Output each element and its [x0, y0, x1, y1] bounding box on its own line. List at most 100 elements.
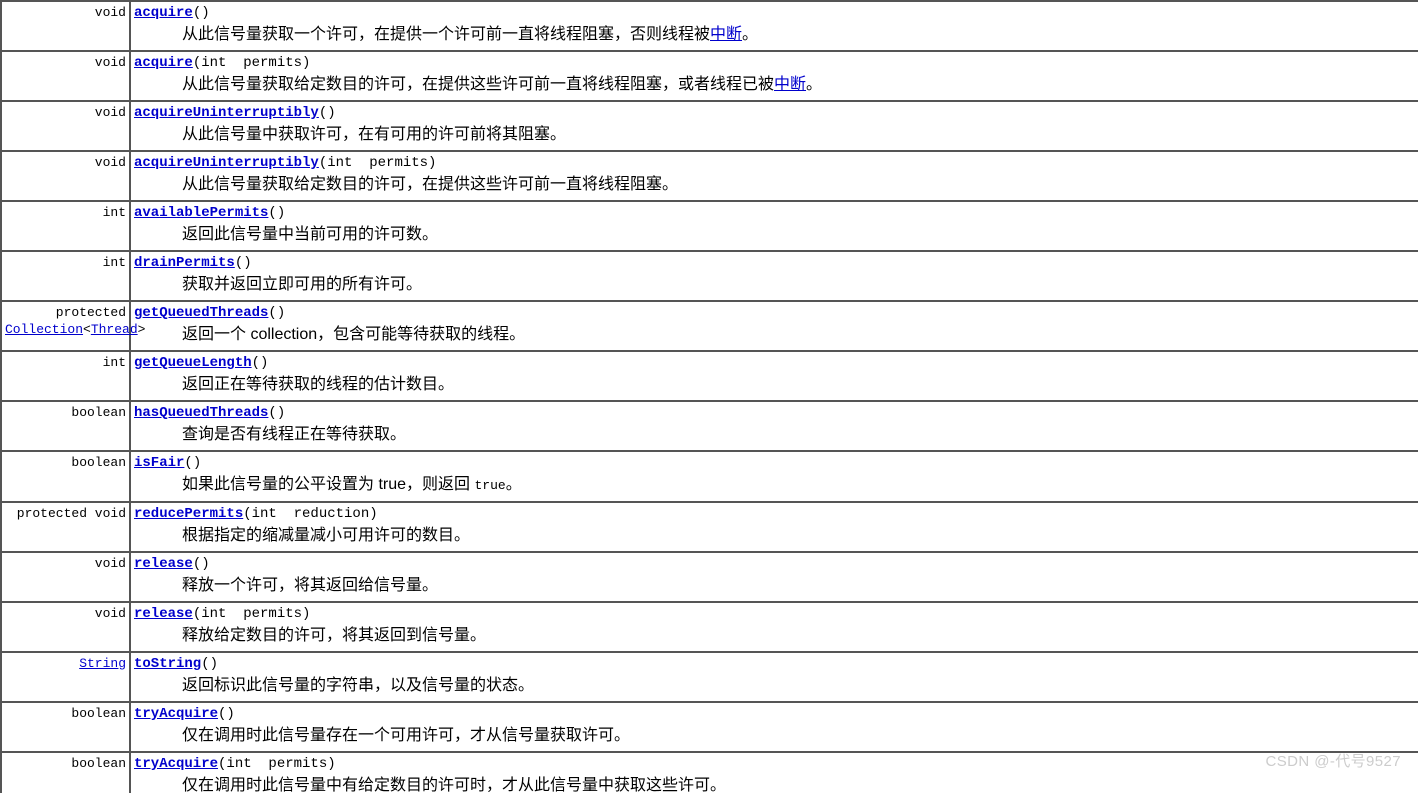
method-name-link[interactable]: reducePermits — [134, 506, 243, 522]
method-description: 从此信号量获取给定数目的许可，在提供这些许可前一直将线程阻塞。 — [182, 176, 679, 193]
method-and-description-cell: drainPermits() 获取并返回立即可用的所有许可。 — [131, 252, 1418, 302]
method-and-description-cell: tryAcquire() 仅在调用时此信号量存在一个可用许可，才从信号量获取许可。 — [131, 703, 1418, 753]
method-signature: acquireUninterruptibly(int permits) — [134, 154, 1415, 173]
modifier-and-type-cell: boolean — [2, 753, 131, 793]
modifier-text: boolean — [71, 756, 126, 771]
method-name-link[interactable]: tryAcquire — [134, 706, 218, 722]
method-summary-row: protected void reducePermits(int reductio… — [2, 503, 1418, 553]
method-summary-row: void acquireUninterruptibly() 从此信号量中获取许可，在… — [2, 102, 1418, 152]
method-name-link[interactable]: isFair — [134, 455, 184, 471]
method-description: 仅在调用时此信号量存在一个可用许可，才从信号量获取许可。 — [182, 727, 631, 744]
method-parameters: () — [268, 205, 286, 221]
method-name-link[interactable]: getQueueLength — [134, 355, 252, 371]
method-signature: release(int permits) — [134, 605, 1415, 624]
modifier-text: protected — [55, 305, 126, 320]
modifier-text: boolean — [71, 706, 126, 721]
method-signature: tryAcquire(int permits) — [134, 755, 1415, 774]
method-and-description-cell: hasQueuedThreads() 查询是否有线程正在等待获取。 — [131, 402, 1418, 452]
method-name-link[interactable]: acquire — [134, 5, 193, 21]
method-signature: availablePermits() — [134, 204, 1415, 223]
method-description: 释放给定数目的许可，将其返回到信号量。 — [182, 627, 487, 644]
interrupt-link[interactable]: 中断 — [774, 76, 806, 93]
method-summary-row: protected Collection<Thread>getQueuedThre… — [2, 302, 1418, 352]
modifier-and-type-cell: void — [2, 52, 131, 102]
modifier-and-type-cell: String — [2, 653, 131, 703]
method-signature: drainPermits() — [134, 254, 1415, 273]
modifier-text: boolean — [71, 455, 126, 470]
interrupt-link[interactable]: 中断 — [710, 26, 742, 43]
method-summary-row: void acquireUninterruptibly(int permits) 从… — [2, 152, 1418, 202]
method-name-link[interactable]: hasQueuedThreads — [134, 405, 268, 421]
type-link[interactable]: Thread — [91, 322, 138, 337]
method-parameters: () — [192, 5, 210, 21]
inline-code: true — [474, 478, 506, 493]
method-description: 从此信号量获取给定数目的许可，在提供这些许可前一直将线程阻塞，或者线程已被中断。 — [182, 76, 823, 93]
method-and-description-cell: getQueuedThreads() 返回一个 collection，包含可能等待… — [131, 302, 1418, 352]
method-signature: getQueueLength() — [134, 354, 1415, 373]
method-name-link[interactable]: drainPermits — [134, 255, 235, 271]
method-name-link[interactable]: toString — [134, 656, 201, 672]
method-description: 从此信号量获取一个许可，在提供一个许可前一直将线程阻塞，否则线程被中断。 — [182, 26, 759, 43]
method-description: 查询是否有线程正在等待获取。 — [182, 426, 407, 443]
method-signature: acquire() — [134, 4, 1415, 23]
modifier-and-type-cell: int — [2, 352, 131, 402]
modifier-and-type-cell: void — [2, 553, 131, 603]
modifier-and-type-cell: int — [2, 202, 131, 252]
method-signature: getQueuedThreads() — [134, 304, 1415, 323]
method-summary-row: boolean tryAcquire(int permits) 仅在调用时此信号量中… — [2, 753, 1418, 793]
return-type: String — [5, 655, 126, 672]
modifier-text: void — [94, 55, 126, 70]
method-name-link[interactable]: getQueuedThreads — [134, 305, 268, 321]
method-and-description-cell: acquire(int permits) 从此信号量获取给定数目的许可，在提供这些… — [131, 52, 1418, 102]
method-signature: acquireUninterruptibly() — [134, 104, 1415, 123]
method-description: 获取并返回立即可用的所有许可。 — [182, 276, 423, 293]
method-parameters: (int permits) — [192, 606, 311, 622]
method-name-link[interactable]: tryAcquire — [134, 756, 218, 772]
method-name-link[interactable]: availablePermits — [134, 205, 268, 221]
method-parameters: () — [192, 556, 210, 572]
method-parameters: () — [268, 405, 286, 421]
method-signature: acquire(int permits) — [134, 54, 1415, 73]
method-name-link[interactable]: acquire — [134, 55, 193, 71]
method-description: 如果此信号量的公平设置为 true，则返回 true。 — [182, 476, 522, 493]
method-summary-row: void acquire(int permits) 从此信号量获取给定数目的许可，在… — [2, 52, 1418, 102]
modifier-text: void — [94, 606, 126, 621]
method-summary-row: boolean tryAcquire() 仅在调用时此信号量存在一个可用许可，才从信… — [2, 703, 1418, 753]
modifier-text: int — [102, 355, 126, 370]
method-signature: release() — [134, 555, 1415, 574]
method-description: 释放一个许可，将其返回给信号量。 — [182, 577, 439, 594]
method-signature: reducePermits(int reduction) — [134, 505, 1415, 524]
method-name-link[interactable]: release — [134, 556, 193, 572]
method-description: 仅在调用时此信号量中有给定数目的许可时，才从此信号量中获取这些许可。 — [182, 777, 727, 793]
modifier-and-type-cell: void — [2, 102, 131, 152]
method-and-description-cell: isFair() 如果此信号量的公平设置为 true，则返回 true。 — [131, 452, 1418, 503]
method-signature: isFair() — [134, 454, 1415, 473]
method-and-description-cell: acquireUninterruptibly() 从此信号量中获取许可，在有可用的… — [131, 102, 1418, 152]
method-parameters: () — [201, 656, 219, 672]
method-description: 从此信号量中获取许可，在有可用的许可前将其阻塞。 — [182, 126, 567, 143]
method-name-link[interactable]: acquireUninterruptibly — [134, 155, 319, 171]
method-summary-row: boolean isFair() 如果此信号量的公平设置为 true，则返回 tru… — [2, 452, 1418, 503]
type-link[interactable]: Collection — [5, 322, 83, 337]
modifier-text: boolean — [71, 405, 126, 420]
method-summary-row: void release(int permits) 释放给定数目的许可，将其返回到信… — [2, 603, 1418, 653]
modifier-and-type-cell: boolean — [2, 452, 131, 503]
method-summary-row: int getQueueLength() 返回正在等待获取的线程的估计数目。 — [2, 352, 1418, 402]
method-parameters: () — [318, 105, 336, 121]
method-name-link[interactable]: acquireUninterruptibly — [134, 105, 319, 121]
method-description: 返回此信号量中当前可用的许可数。 — [182, 226, 439, 243]
modifier-text: int — [102, 255, 126, 270]
method-description: 返回一个 collection，包含可能等待获取的线程。 — [182, 326, 526, 343]
method-name-link[interactable]: release — [134, 606, 193, 622]
method-and-description-cell: toString() 返回标识此信号量的字符串，以及信号量的状态。 — [131, 653, 1418, 703]
method-parameters: () — [268, 305, 286, 321]
method-description: 返回正在等待获取的线程的估计数目。 — [182, 376, 455, 393]
type-link[interactable]: String — [79, 656, 126, 671]
method-parameters: (int permits) — [318, 155, 437, 171]
method-parameters: (int permits) — [192, 55, 311, 71]
modifier-and-type-cell: protected void — [2, 503, 131, 553]
method-and-description-cell: availablePermits() 返回此信号量中当前可用的许可数。 — [131, 202, 1418, 252]
method-signature: toString() — [134, 655, 1415, 674]
method-summary-table: void acquire() 从此信号量获取一个许可，在提供一个许可前一直将线程阻塞… — [0, 0, 1418, 793]
modifier-and-type-cell: protected Collection<Thread> — [2, 302, 145, 352]
